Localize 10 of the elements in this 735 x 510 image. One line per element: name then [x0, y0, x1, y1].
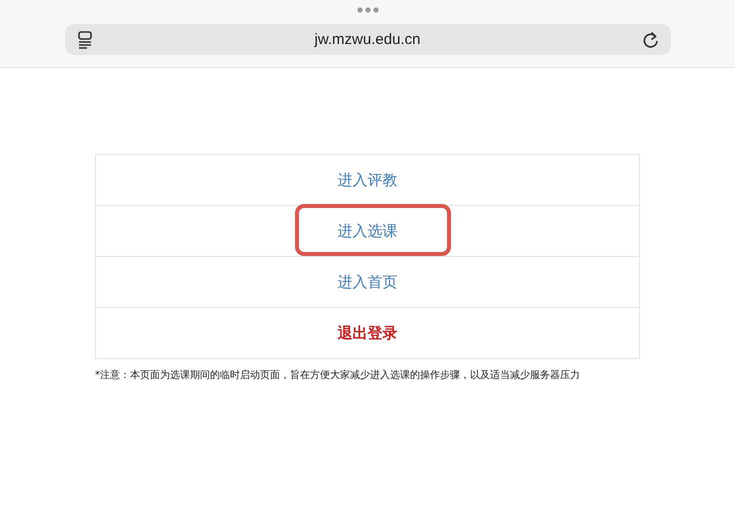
- more-icon[interactable]: [356, 7, 378, 13]
- reload-icon[interactable]: [642, 30, 660, 48]
- notice-text: *注意：本页面为选课期间的临时启动页面，旨在方便大家减少进入选课的操作步骤，以及适当减少服务器压力: [95, 368, 581, 382]
- address-bar[interactable]: jw.mzwu.edu.cn: [64, 24, 670, 55]
- url-text: jw.mzwu.edu.cn: [314, 31, 420, 48]
- logout-link[interactable]: 退出登录: [338, 324, 398, 342]
- menu-link[interactable]: 进入选课: [338, 222, 398, 240]
- menu-link[interactable]: 进入首页: [338, 272, 398, 292]
- reader-icon[interactable]: [76, 30, 92, 48]
- menu-link[interactable]: 进入评教: [338, 170, 398, 190]
